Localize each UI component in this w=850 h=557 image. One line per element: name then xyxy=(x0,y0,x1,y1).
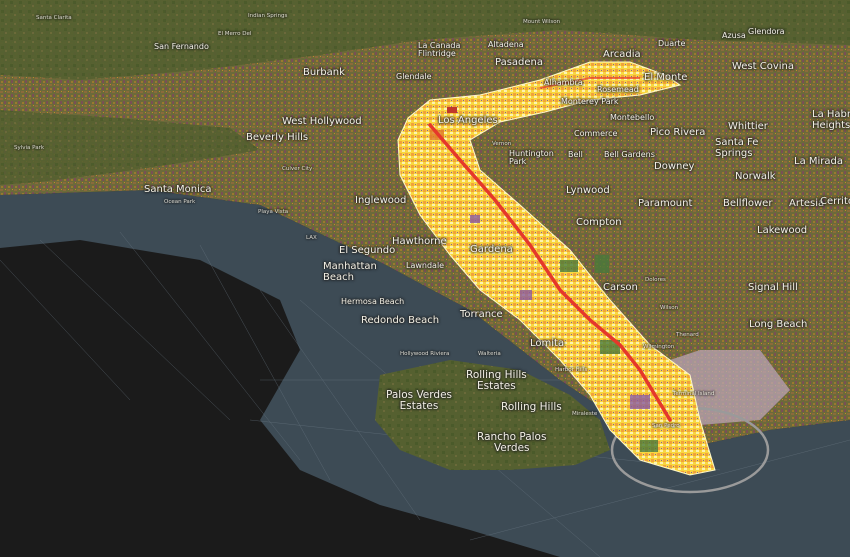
label-miraleste: Miraleste xyxy=(572,411,598,417)
label-compton: Compton xyxy=(576,217,622,228)
label-wilson: Wilson xyxy=(660,305,679,311)
dtla-marker xyxy=(447,107,457,113)
label-redondo-beach: Redondo Beach xyxy=(361,315,440,326)
label-rolling-hills-estates: Rolling Hills Estates xyxy=(466,369,527,393)
label-arcadia: Arcadia xyxy=(603,49,641,60)
label-santa-clarita: Santa Clarita xyxy=(36,15,72,21)
label-hermosa-beach: Hermosa Beach xyxy=(341,297,405,306)
label-walteria: Walteria xyxy=(478,351,501,357)
label-long-beach: Long Beach xyxy=(749,319,808,330)
label-rancho-palos-verdes: Rancho Palos Verdes xyxy=(477,431,547,455)
label-mount-wilson: Mount Wilson xyxy=(523,19,561,25)
label-ocean-park: Ocean Park xyxy=(164,199,196,205)
label-dolores: Dolores xyxy=(645,277,666,283)
label-pasadena: Pasadena xyxy=(495,57,544,68)
label-carson: Carson xyxy=(603,282,638,293)
label-san-fernando: San Fernando xyxy=(154,42,209,51)
label-west-covina: West Covina xyxy=(732,61,795,72)
label-lakewood: Lakewood xyxy=(757,225,808,236)
label-rosemead: Rosemead xyxy=(597,85,639,94)
label-whittier: Whittier xyxy=(728,121,768,132)
label-la-habra-heights: La Habra Heights xyxy=(812,109,850,131)
label-norwalk: Norwalk xyxy=(735,171,776,182)
label-azusa: Azusa xyxy=(722,31,746,40)
label-west-hollywood: West Hollywood xyxy=(282,116,362,127)
map-view[interactable]: Santa Clarita Indian Springs Mount Wilso… xyxy=(0,0,850,557)
label-san-pedro: San Pedro xyxy=(652,423,680,429)
label-la-canada-flintridge: La Canada Flintridge xyxy=(418,41,461,59)
label-terminal-island: Terminal Island xyxy=(673,391,715,397)
label-wilmington: Wilmington xyxy=(643,344,675,350)
label-burbank: Burbank xyxy=(303,67,345,78)
label-lax: LAX xyxy=(306,235,317,241)
label-santa-fe-springs: Santa Fe Springs xyxy=(715,137,759,159)
label-vernon: Vernon xyxy=(492,141,512,147)
label-huntington-park: Huntington Park xyxy=(509,149,554,167)
label-altadena: Altadena xyxy=(488,40,524,49)
label-sylvia-park: Sylvia Park xyxy=(14,145,45,151)
label-thenard: Thenard xyxy=(676,332,699,338)
label-santa-monica: Santa Monica xyxy=(144,184,212,195)
label-alhambra: Alhambra xyxy=(544,78,583,87)
label-bell-gardens: Bell Gardens xyxy=(604,150,655,159)
label-commerce: Commerce xyxy=(574,129,618,138)
label-harbor-hills: Harbor Hills xyxy=(555,367,588,373)
label-bell: Bell xyxy=(568,150,583,159)
label-lawndale: Lawndale xyxy=(406,261,445,270)
label-torrance: Torrance xyxy=(460,309,503,320)
label-la-mirada: La Mirada xyxy=(794,156,843,167)
label-signal-hill: Signal Hill xyxy=(748,282,798,293)
label-hollywood-riviera: Hollywood Riviera xyxy=(400,351,450,357)
map-canvas[interactable] xyxy=(0,0,850,557)
label-glendora: Glendora xyxy=(748,27,785,36)
label-gardena: Gardena xyxy=(470,244,513,255)
label-cerritos: Cerritos xyxy=(820,196,850,207)
label-el-merro-del: El Merro Del xyxy=(218,31,252,37)
label-monterey-park: Monterey Park xyxy=(561,97,619,106)
label-lomita: Lomita xyxy=(530,338,565,349)
label-playa-vista: Playa Vista xyxy=(258,209,289,215)
label-pico-rivera: Pico Rivera xyxy=(650,127,706,138)
label-el-segundo: El Segundo xyxy=(339,245,396,256)
label-inglewood: Inglewood xyxy=(355,195,407,206)
label-artesia: Artesia xyxy=(789,198,825,209)
label-manhattan-beach: Manhattan Beach xyxy=(323,261,377,283)
label-duarte: Duarte xyxy=(658,39,686,48)
label-lynwood: Lynwood xyxy=(566,185,610,196)
label-paramount: Paramount xyxy=(638,198,693,209)
label-bellflower: Bellflower xyxy=(723,198,773,209)
label-beverly-hills: Beverly Hills xyxy=(246,132,309,143)
label-palos-verdes-estates: Palos Verdes Estates xyxy=(386,389,452,413)
label-downey: Downey xyxy=(654,161,695,172)
label-el-monte: El Monte xyxy=(644,72,688,83)
label-rolling-hills: Rolling Hills xyxy=(501,401,562,413)
label-glendale: Glendale xyxy=(396,72,432,81)
label-los-angeles: Los Angeles xyxy=(438,115,498,126)
label-indian-springs: Indian Springs xyxy=(248,13,288,19)
label-culver-city: Culver City xyxy=(282,166,313,172)
label-montebello: Montebello xyxy=(610,113,655,122)
label-hawthorne: Hawthorne xyxy=(392,236,447,247)
